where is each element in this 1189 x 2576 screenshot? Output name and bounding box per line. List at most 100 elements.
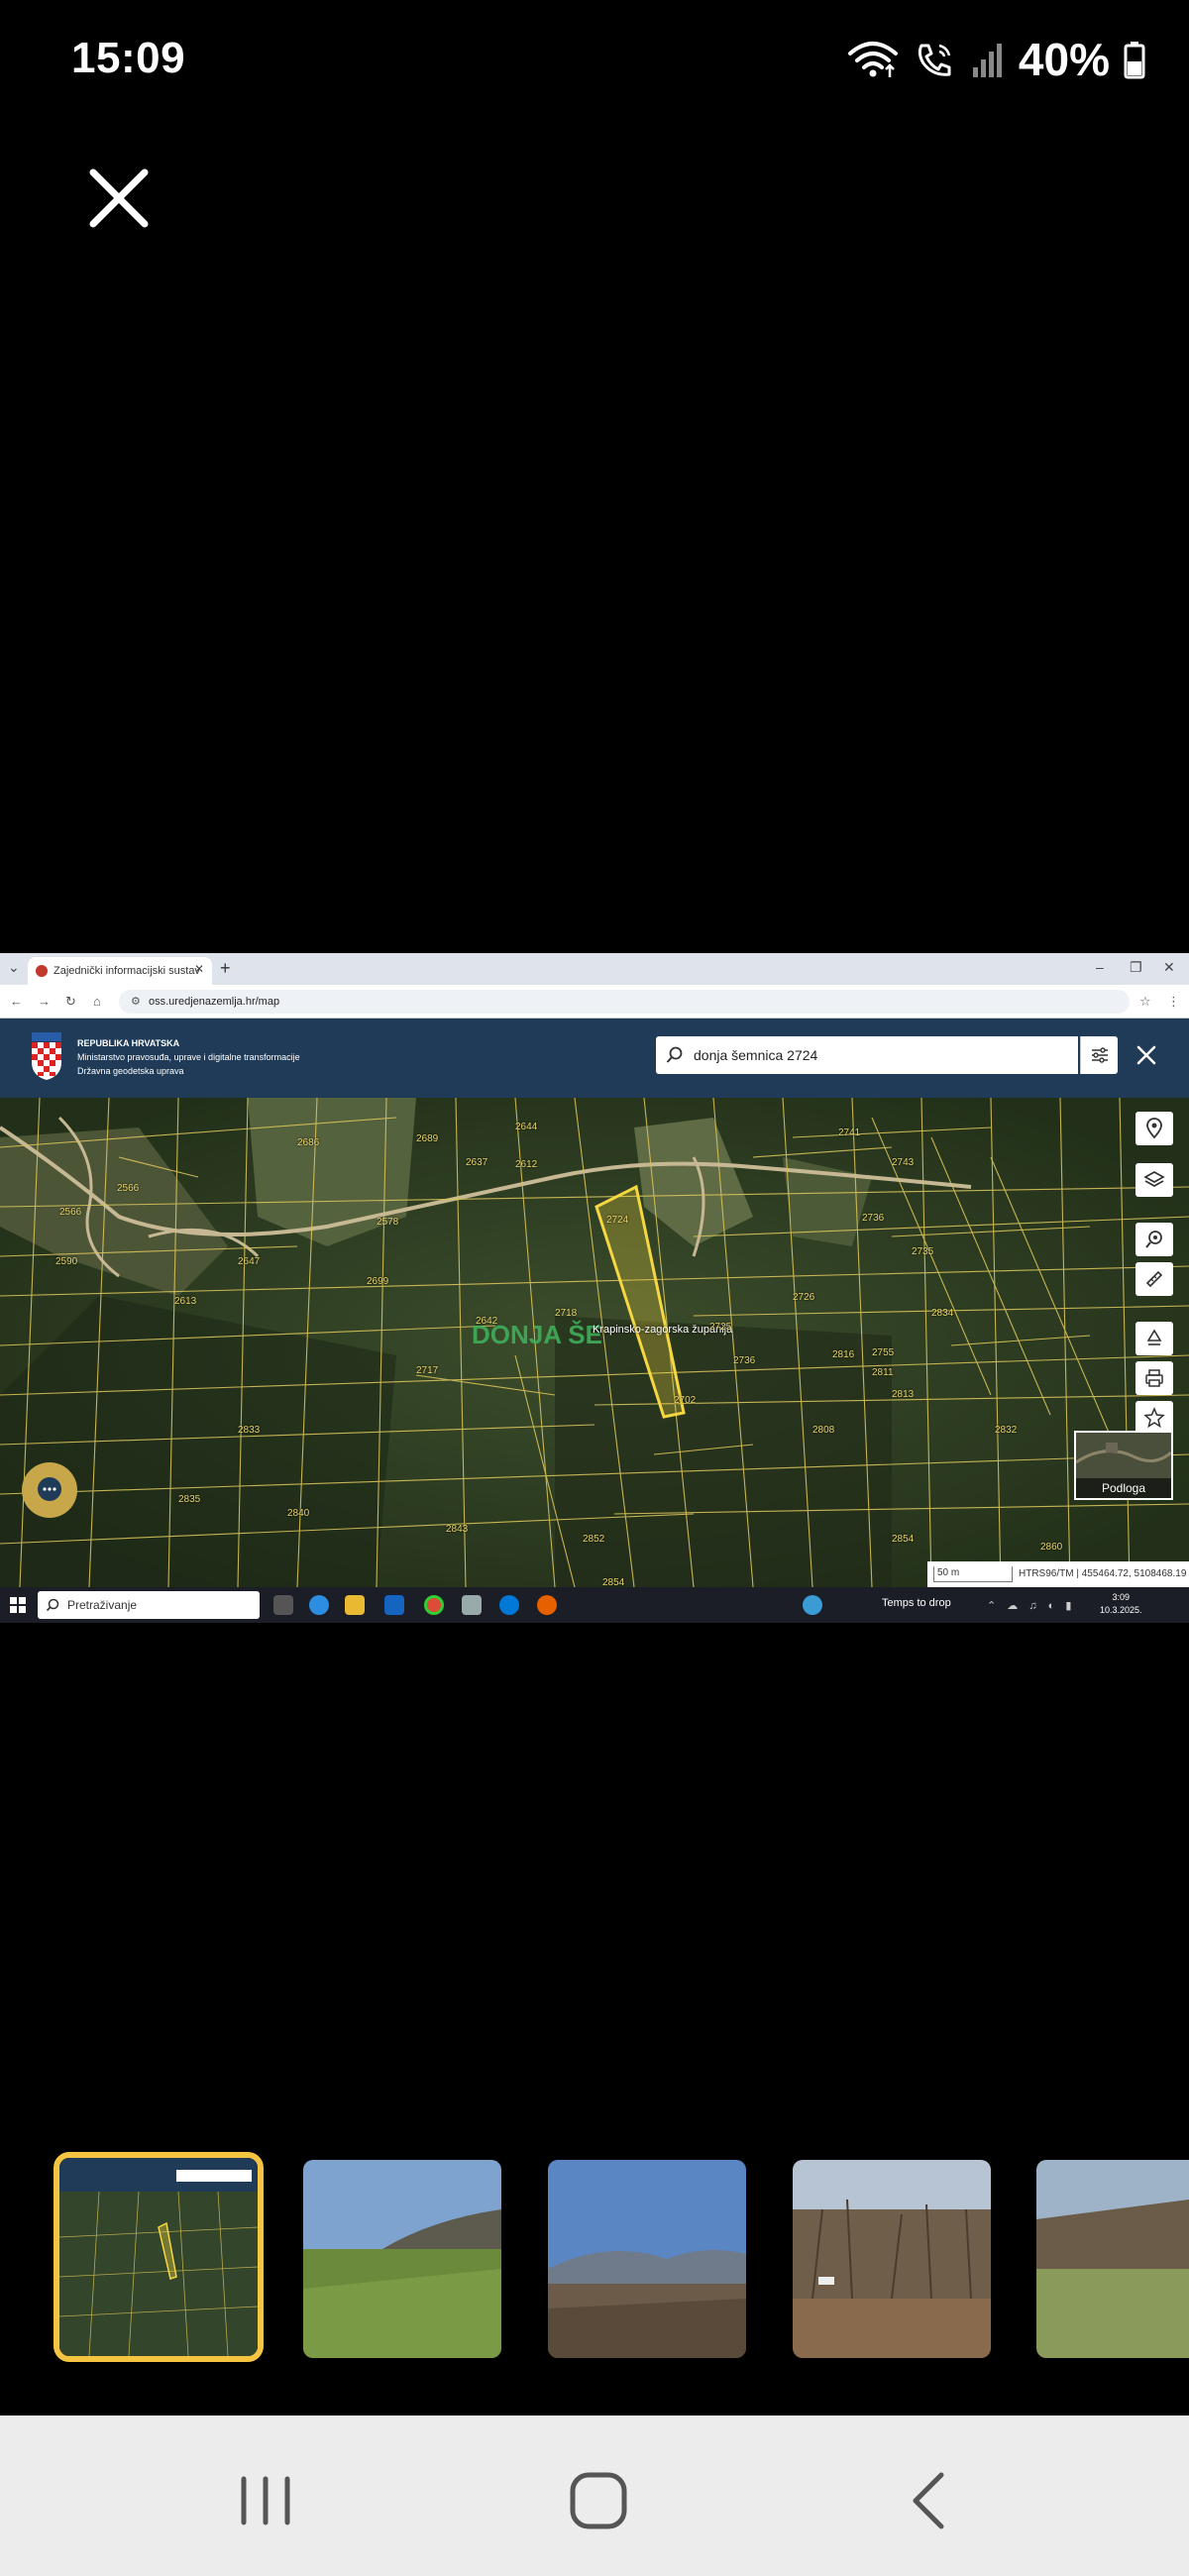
measure-tool-button[interactable] — [1135, 1262, 1173, 1296]
parcel-number: 2833 — [238, 1425, 261, 1436]
file-explorer-icon[interactable] — [345, 1595, 365, 1615]
reload-icon[interactable]: ↻ — [65, 994, 76, 1010]
taskbar-search-input[interactable]: Pretraživanje — [38, 1591, 260, 1619]
chrome-icon[interactable] — [424, 1595, 444, 1615]
parcel-number: 2832 — [995, 1425, 1018, 1436]
parcel-number: 2736 — [862, 1213, 885, 1224]
minimize-icon[interactable]: – — [1096, 959, 1104, 975]
search-filter-button[interactable] — [1080, 1036, 1118, 1074]
recents-icon — [241, 2476, 290, 2525]
new-tab-icon[interactable]: + — [220, 958, 231, 979]
filter-icon — [1092, 1047, 1108, 1063]
location-pin-icon — [1146, 1118, 1162, 1139]
taskbar-clock[interactable]: 3:09 10.3.2025. — [1100, 1591, 1142, 1617]
address-bar: ← → ↻ ⌂ ⚙ oss.uredjenazemlja.hr/map ☆ ⋮ — [0, 985, 1189, 1019]
restore-icon[interactable]: ❐ — [1130, 959, 1142, 976]
base-layer-preview — [1075, 1433, 1172, 1478]
star-icon — [1143, 1407, 1165, 1429]
cadastral-map[interactable]: DONJA ŠE Krapinsko-zagorska županija 268… — [0, 1098, 1189, 1587]
browser-menu-icon[interactable]: ⋮ — [1167, 994, 1180, 1010]
zoom-search-icon — [1145, 1231, 1162, 1248]
identify-tool-button[interactable] — [1135, 1223, 1173, 1256]
back-button[interactable] — [872, 2461, 991, 2540]
parcel-number: 2843 — [446, 1524, 469, 1535]
tab-close-icon[interactable]: ✕ — [194, 962, 204, 976]
thumbnail-photo-slope[interactable] — [1036, 2160, 1189, 2358]
thumbnail-photo-field[interactable] — [303, 2160, 501, 2358]
status-icons: 40% — [846, 30, 1145, 89]
parcel-number: 2741 — [838, 1127, 861, 1138]
signal-icon — [972, 44, 1002, 77]
chat-button[interactable] — [22, 1462, 77, 1518]
print-tool-button[interactable] — [1135, 1361, 1173, 1395]
thumbnail-map-screenshot[interactable] — [54, 2152, 264, 2362]
task-view-icon[interactable] — [273, 1595, 293, 1615]
parcel-number: 2724 — [606, 1215, 629, 1226]
parcel-number: 2725 — [709, 1322, 732, 1333]
header-close-icon[interactable] — [1132, 1040, 1161, 1070]
help-icon[interactable] — [803, 1595, 822, 1615]
parcel-number: 2736 — [733, 1355, 756, 1366]
status-clock: 15:09 — [71, 34, 186, 82]
coordinate-readout: HTRS96/TM | 455464.72, 5108468.19 — [1019, 1568, 1187, 1579]
site-header: REPUBLIKA HRVATSKA Ministarstvo pravosuđ… — [0, 1019, 1189, 1098]
parcel-number: 2755 — [872, 1347, 895, 1358]
thumbnail-photo-trees[interactable] — [793, 2160, 991, 2358]
search-icon — [666, 1046, 683, 1063]
scale-and-coordinates: 50 m HTRS96/TM | 455464.72, 5108468.19 — [927, 1561, 1189, 1587]
thumbnail-photo-trees-preview — [793, 2160, 991, 2358]
home-button[interactable] — [539, 2461, 658, 2540]
site-info-icon[interactable]: ⚙ — [131, 990, 141, 1014]
windows-start-icon[interactable] — [10, 1597, 26, 1613]
outlook-icon[interactable] — [384, 1595, 404, 1615]
back-arrow-icon[interactable]: ← — [10, 994, 23, 1009]
parcel-number: 2699 — [367, 1276, 389, 1287]
windows-taskbar: Pretraživanje Temps to drop ⌃ ☁ ♫ ◐ ▮ 3:… — [0, 1587, 1189, 1623]
layers-icon — [1143, 1171, 1165, 1187]
recycle-icon — [1146, 1329, 1162, 1345]
thumbnail-photo-field-preview — [303, 2160, 501, 2358]
edge-icon[interactable] — [309, 1595, 329, 1615]
favorites-tool-button[interactable] — [1135, 1401, 1173, 1435]
share-tool-button[interactable] — [1135, 1322, 1173, 1355]
taskbar-time: 3:09 — [1112, 1592, 1131, 1602]
status-bar: 15:09 40% — [0, 0, 1189, 119]
thumbnail-map-preview — [59, 2158, 258, 2356]
parcel-number: 2566 — [117, 1183, 140, 1194]
browser-tab[interactable]: Zajednički informacijski sustav ✕ — [28, 957, 212, 985]
taskbar-search-icon — [46, 1598, 59, 1612]
parcel-number: 2743 — [892, 1157, 915, 1168]
thumbnail-photo-valley[interactable] — [548, 2160, 746, 2358]
window-close-icon[interactable]: ✕ — [1163, 959, 1175, 976]
parcel-number: 2702 — [674, 1395, 697, 1406]
base-layer-switcher[interactable]: Podloga — [1074, 1431, 1173, 1500]
url-text: oss.uredjenazemlja.hr/map — [149, 996, 280, 1008]
back-icon — [913, 2472, 944, 2529]
map-search-input[interactable] — [656, 1036, 1078, 1074]
chat-icon — [38, 1477, 61, 1501]
recents-button[interactable] — [206, 2461, 325, 2540]
tab-menu-icon[interactable]: ⌄ — [8, 959, 20, 976]
home-page-icon[interactable]: ⌂ — [93, 994, 101, 1009]
app-icon[interactable] — [462, 1595, 482, 1615]
skype-icon[interactable] — [499, 1595, 519, 1615]
locate-tool-button[interactable] — [1135, 1112, 1173, 1145]
ruler-icon — [1145, 1270, 1163, 1288]
org-country: REPUBLIKA HRVATSKA — [77, 1038, 180, 1048]
bookmark-star-icon[interactable]: ☆ — [1139, 994, 1151, 1010]
layers-tool-button[interactable] — [1135, 1163, 1173, 1197]
tray-icons[interactable]: ⌃ ☁ ♫ ◐ ▮ — [987, 1599, 1075, 1612]
parcel-number: 2811 — [872, 1367, 894, 1378]
forward-arrow-icon[interactable]: → — [38, 994, 51, 1009]
parcel-number: 2590 — [55, 1256, 78, 1267]
close-viewer-button[interactable] — [79, 159, 159, 238]
firefox-icon[interactable] — [537, 1595, 557, 1615]
parcel-number: 2854 — [892, 1534, 915, 1545]
weather-widget[interactable]: Temps to drop — [882, 1597, 951, 1609]
url-field[interactable]: ⚙ oss.uredjenazemlja.hr/map — [119, 990, 1130, 1014]
battery-icon — [1124, 42, 1145, 79]
parcel-number: 2717 — [416, 1365, 439, 1376]
close-icon — [89, 168, 149, 228]
parcel-number: 2566 — [59, 1207, 82, 1218]
parcel-number: 2854 — [602, 1577, 625, 1587]
